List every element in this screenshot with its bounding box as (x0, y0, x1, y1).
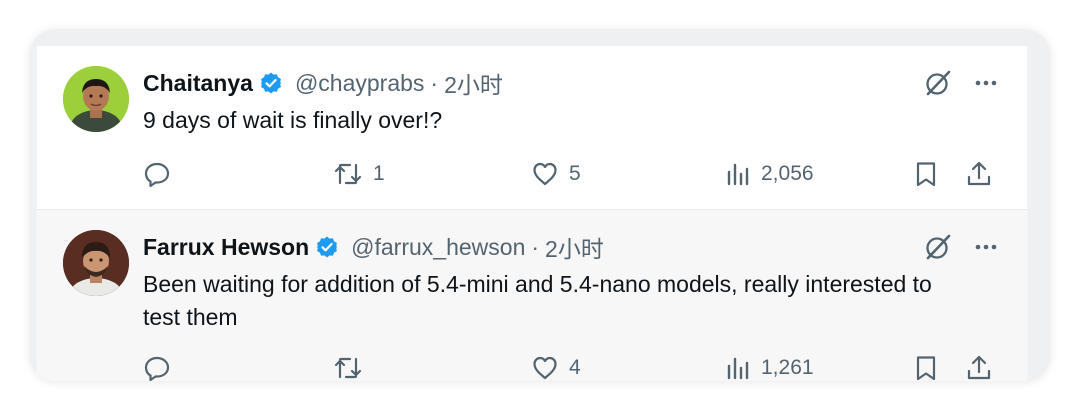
tweet-header: Chaitanya @chayprabs · 2小时 (143, 66, 503, 100)
heart-icon (531, 354, 559, 381)
tweet[interactable]: Chaitanya @chayprabs · 2小时 9 days of wai… (37, 46, 1027, 210)
views-button[interactable]: 1,261 (725, 350, 814, 381)
views-count: 2,056 (761, 162, 814, 185)
tweet-actions: 4 1,261 (143, 350, 1001, 381)
bookmark-button[interactable] (913, 156, 939, 192)
tweet-text: Been waiting for addition of 5.4-mini an… (143, 271, 932, 330)
views-icon (725, 354, 751, 381)
views-count: 1,261 (761, 356, 814, 379)
bookmark-icon (913, 354, 939, 381)
like-count: 5 (569, 162, 581, 185)
timestamp[interactable]: 2小时 (444, 66, 503, 100)
like-count: 4 (569, 356, 581, 379)
share-button[interactable] (965, 156, 993, 192)
retweet-count: 1 (373, 162, 385, 185)
views-icon (725, 160, 751, 188)
more-icon[interactable] (973, 70, 999, 96)
avatar[interactable] (63, 230, 129, 296)
grok-icon[interactable] (923, 68, 953, 98)
tweet-top-controls (923, 232, 999, 262)
tweet[interactable]: Farrux Hewson @farrux_hewson · 2小时 Been … (37, 210, 1027, 381)
share-icon (965, 354, 993, 381)
like-button[interactable]: 4 (531, 350, 581, 381)
bookmark-icon (913, 160, 939, 188)
reply-timeline: Chaitanya @chayprabs · 2小时 9 days of wai… (36, 46, 1028, 381)
tweet-text: 9 days of wait is finally over!? (143, 107, 443, 133)
retweet-button[interactable]: 1 (333, 156, 385, 192)
tweet-top-controls (923, 68, 999, 98)
grok-icon[interactable] (923, 232, 953, 262)
avatar[interactable] (63, 66, 129, 132)
separator-dot: · (430, 69, 439, 96)
retweet-icon (333, 160, 363, 188)
verified-badge-icon (315, 235, 339, 259)
timestamp[interactable]: 2小时 (545, 230, 604, 264)
share-icon (965, 160, 993, 188)
like-button[interactable]: 5 (531, 156, 581, 192)
separator-dot: · (531, 233, 540, 260)
author-handle[interactable]: @chayprabs (295, 70, 424, 97)
reply-button[interactable] (143, 156, 181, 192)
tweet-header: Farrux Hewson @farrux_hewson · 2小时 (143, 230, 604, 264)
reply-button[interactable] (143, 350, 181, 381)
share-button[interactable] (965, 350, 993, 381)
author-name[interactable]: Farrux Hewson (143, 234, 309, 261)
author-name[interactable]: Chaitanya (143, 70, 253, 97)
retweet-icon (333, 354, 363, 381)
screenshot-frame: Chaitanya @chayprabs · 2小时 9 days of wai… (30, 29, 1050, 381)
retweet-button[interactable] (333, 350, 373, 381)
tweet-actions: 1 5 2,056 (143, 156, 1001, 192)
views-button[interactable]: 2,056 (725, 156, 814, 192)
reply-icon (143, 354, 171, 381)
bookmark-button[interactable] (913, 350, 939, 381)
verified-badge-icon (259, 71, 283, 95)
author-handle[interactable]: @farrux_hewson (351, 234, 525, 261)
heart-icon (531, 160, 559, 188)
more-icon[interactable] (973, 234, 999, 260)
reply-icon (143, 160, 171, 188)
